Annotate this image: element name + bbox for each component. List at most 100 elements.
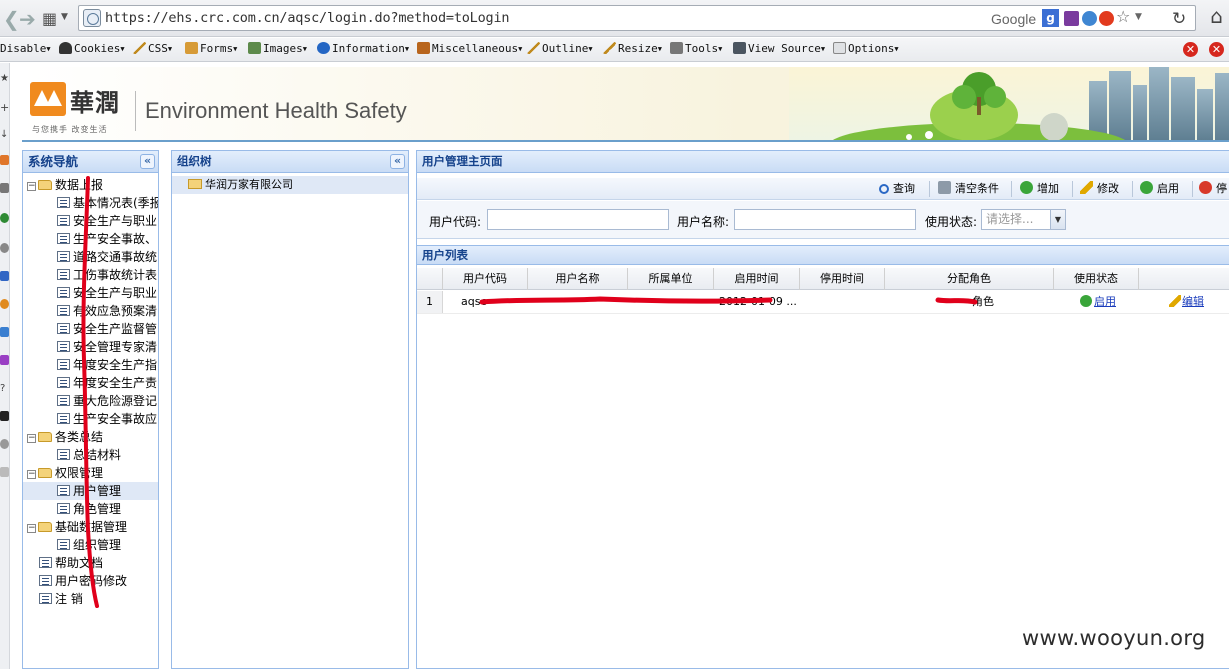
home-icon[interactable]: ⌂ (1210, 4, 1223, 28)
chevron-down-icon[interactable]: ▼ (61, 12, 68, 22)
reload-icon[interactable]: ↻ (1172, 9, 1186, 29)
addon-icon[interactable] (0, 467, 9, 477)
enable-button[interactable]: 启用 (1140, 181, 1179, 197)
nav-item[interactable]: 重大危险源登记 (57, 392, 157, 410)
dev-disable-menu[interactable]: Disable▼ (0, 42, 51, 55)
state-select[interactable]: 请选择... ▼ (981, 209, 1066, 230)
star-icon[interactable]: ☆ (1116, 7, 1131, 26)
edit-button[interactable]: 修改 (1080, 181, 1119, 197)
addon-icon[interactable] (0, 355, 9, 365)
nav-folder[interactable]: − 各类总结 (27, 428, 103, 446)
collapse-toggle-icon[interactable]: − (27, 434, 36, 443)
collapse-toggle-icon[interactable]: − (27, 182, 36, 191)
collapse-toggle-icon[interactable]: − (27, 524, 36, 533)
chevron-down-icon[interactable]: ▼ (1050, 210, 1065, 229)
addon-icon[interactable] (0, 299, 9, 309)
apps-grid-icon[interactable]: ▦ (42, 9, 57, 28)
org-tree-node[interactable]: 华润万家有限公司 (172, 176, 408, 194)
nav-item[interactable]: 工伤事故统计表 (57, 266, 157, 284)
plus-icon[interactable]: + (0, 101, 9, 114)
nav-item[interactable]: 安全管理专家清 (57, 338, 157, 356)
nav-item[interactable]: 安全生产监督管 (57, 320, 157, 338)
nav-item[interactable]: 注 销 (39, 590, 83, 608)
nav-folder[interactable]: − 权限管理 (27, 464, 103, 482)
warning-icon[interactable] (1099, 11, 1114, 26)
clear-conditions-button[interactable]: 清空条件 (938, 181, 999, 197)
query-button[interactable]: 查询 (879, 181, 915, 197)
disable-button[interactable]: 停 (1199, 181, 1227, 197)
nav-item[interactable]: 安全生产与职业 (57, 284, 157, 302)
grid-col-header[interactable]: 停用时间 (800, 268, 885, 290)
nav-item[interactable]: 生产安全事故应 (57, 410, 157, 428)
dev-css-menu[interactable]: CSS▼ (133, 42, 172, 55)
cell-action[interactable]: 编辑 (1169, 291, 1204, 313)
dev-outline-menu[interactable]: Outline▼ (527, 42, 593, 55)
addon-icon[interactable] (0, 271, 9, 281)
addon-icon[interactable] (0, 411, 9, 421)
grid-col-header[interactable]: 所属单位 (628, 268, 714, 290)
chevron-down-icon[interactable]: ▼ (1135, 12, 1150, 27)
feather-icon[interactable] (1064, 11, 1079, 26)
close-icon[interactable]: ✕ (1183, 42, 1198, 57)
grid-col-header[interactable]: 分配角色 (885, 268, 1054, 290)
address-bar[interactable]: https://ehs.crc.com.cn/aqsc/login.do?met… (78, 5, 1196, 31)
gear-icon[interactable] (0, 243, 9, 253)
addon-icon[interactable] (0, 439, 9, 449)
nav-folder[interactable]: − 数据上报 (27, 176, 103, 194)
nav-item[interactable]: 道路交通事故统 (57, 248, 157, 266)
user-code-input[interactable] (487, 209, 669, 230)
dev-options-menu[interactable]: Options▼ (833, 42, 899, 55)
addon-icon[interactable] (0, 183, 9, 193)
grid-col-header[interactable]: 使用状态 (1054, 268, 1139, 290)
nav-item[interactable]: 用户密码修改 (39, 572, 127, 590)
nav-folder[interactable]: − 基础数据管理 (27, 518, 127, 536)
help-icon[interactable]: ? (0, 383, 9, 394)
dev-forms-menu[interactable]: Forms▼ (185, 42, 237, 55)
user-name-input[interactable] (734, 209, 916, 230)
nav-item[interactable]: 角色管理 (57, 500, 121, 518)
edit-link[interactable]: 编辑 (1182, 295, 1204, 308)
addon-icon[interactable] (0, 155, 9, 165)
dev-images-menu[interactable]: Images▼ (248, 42, 307, 55)
forward-arrow-icon[interactable]: ➔ (19, 7, 36, 31)
nav-item[interactable]: 基本情况表(季报 (57, 194, 158, 212)
dev-cookies-menu[interactable]: Cookies▼ (59, 42, 125, 55)
addon-icon[interactable] (0, 327, 9, 337)
table-row[interactable]: 1 aqsc 2012-01-09 ... 角色 启用 编辑 (417, 291, 1229, 314)
add-button[interactable]: 增加 (1020, 181, 1059, 197)
collapse-toggle-icon[interactable]: − (27, 470, 36, 479)
nav-item[interactable]: 总结材料 (57, 446, 121, 464)
state-link[interactable]: 启用 (1094, 295, 1116, 308)
cell-state[interactable]: 启用 (1080, 291, 1116, 313)
addon-icon[interactable] (1082, 11, 1097, 26)
google-icon[interactable]: g (1042, 9, 1059, 27)
star-icon[interactable]: ★ (0, 73, 9, 84)
nav-item-label: 安全生产监督管 (73, 322, 158, 336)
dev-resize-menu[interactable]: Resize▼ (603, 42, 662, 55)
nav-item[interactable]: 有效应急预案清 (57, 302, 157, 320)
dev-information-menu[interactable]: Information▼ (317, 42, 409, 55)
addon-icon[interactable] (0, 213, 9, 223)
grid-col-header[interactable]: 启用时间 (714, 268, 800, 290)
grid-col-header[interactable]: 用户名称 (528, 268, 628, 290)
globe-icon (83, 9, 101, 27)
org-panel-title: 组织树 (177, 154, 212, 168)
nav-item[interactable]: 生产安全事故、 (57, 230, 157, 248)
nav-item[interactable]: 年度安全生产指 (57, 356, 157, 374)
nav-item[interactable]: 年度安全生产责 (57, 374, 157, 392)
url-text[interactable]: https://ehs.crc.com.cn/aqsc/login.do?met… (105, 10, 510, 26)
dev-tools-menu[interactable]: Tools▼ (670, 42, 722, 55)
nav-item[interactable]: 组织管理 (57, 536, 121, 554)
grid-col-header[interactable]: 用户代码 (443, 268, 528, 290)
nav-item[interactable]: 帮助文档 (39, 554, 103, 572)
nav-item[interactable]: 安全生产与职业 (57, 212, 157, 230)
dev-misc-menu[interactable]: Miscellaneous▼ (417, 42, 522, 55)
nav-item[interactable]: 用户管理 (23, 482, 158, 500)
close-icon[interactable]: ✕ (1209, 42, 1224, 57)
collapse-left-icon[interactable]: « (140, 154, 155, 169)
download-icon[interactable]: ↓ (0, 129, 9, 140)
dev-viewsource-menu[interactable]: View Source▼ (733, 42, 825, 55)
back-arrow-icon[interactable]: ❮ (3, 7, 20, 31)
collapse-left-icon[interactable]: « (390, 154, 405, 169)
cell-role: 角色 (972, 295, 994, 308)
